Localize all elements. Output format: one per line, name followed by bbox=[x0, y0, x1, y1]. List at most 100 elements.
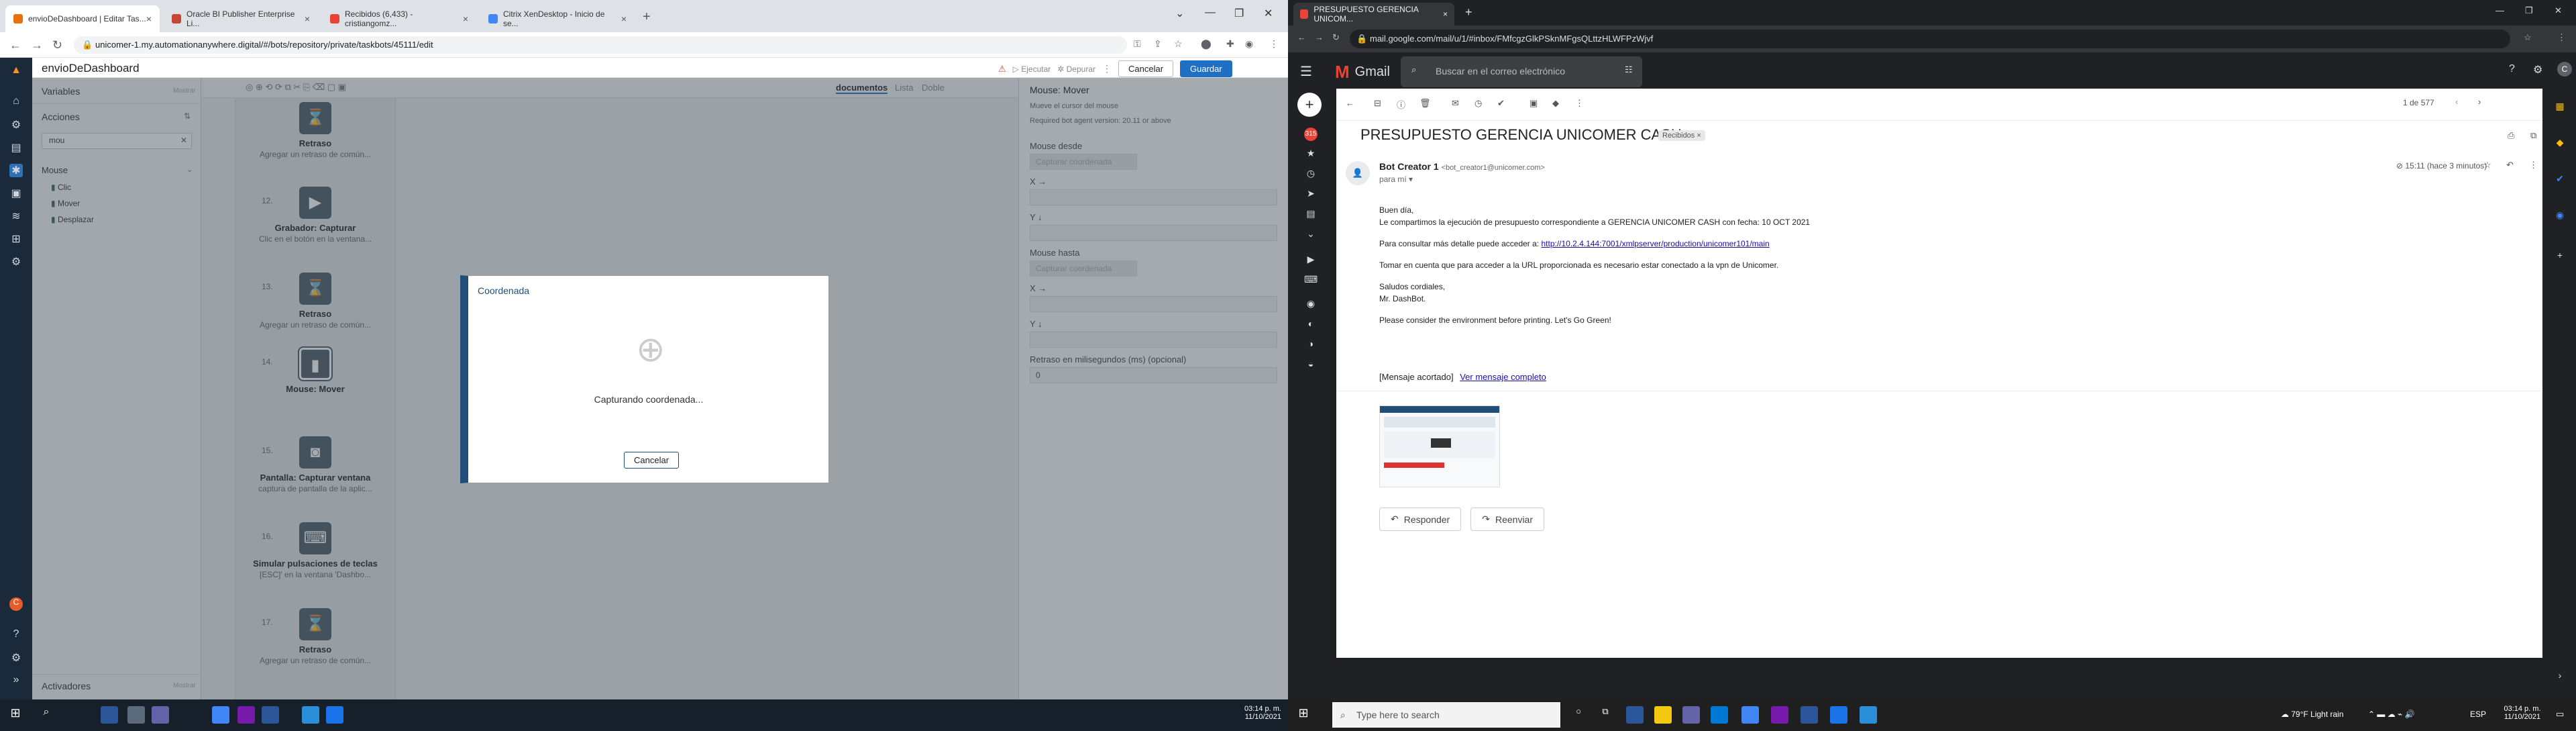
tasks-icon[interactable]: ✔ bbox=[2553, 173, 2567, 187]
restore-icon[interactable]: ❐ bbox=[1234, 7, 1244, 20]
star-icon[interactable]: ☆ bbox=[1174, 38, 1183, 50]
tab-gmail[interactable]: Recibidos (6,433) - cristiangomz... × bbox=[322, 5, 476, 32]
close-tab-icon[interactable]: × bbox=[463, 13, 468, 24]
snoozed-icon[interactable]: ◷ bbox=[1304, 168, 1318, 181]
key-icon[interactable]: ⚿ bbox=[1134, 38, 1141, 50]
windows-start-icon[interactable]: ⊞ bbox=[1295, 706, 1312, 724]
forward-icon[interactable]: → bbox=[31, 38, 43, 52]
onenote-icon[interactable] bbox=[237, 706, 255, 724]
close-tab-icon[interactable]: × bbox=[1443, 9, 1448, 19]
add-task-icon[interactable]: ✔ bbox=[1497, 98, 1505, 109]
notifications-icon[interactable]: ▭ bbox=[2556, 709, 2564, 720]
windows-start-icon[interactable]: ⊞ bbox=[7, 706, 24, 724]
back-icon[interactable]: ← bbox=[1297, 32, 1306, 42]
tray-icons[interactable]: ⌃ ▬ ☁ ⌁ 🔊 bbox=[2368, 710, 2415, 719]
admin-icon[interactable]: ⚙ bbox=[9, 255, 23, 269]
cortana-icon[interactable]: ○ bbox=[1570, 706, 1587, 724]
contact-icon[interactable]: ◐ bbox=[1304, 318, 1318, 332]
dialog-cancel-button[interactable]: Cancelar bbox=[624, 452, 680, 469]
search-icon[interactable]: ⌕ bbox=[38, 706, 55, 724]
forward-button[interactable]: ↷ Reenviar bbox=[1470, 507, 1544, 531]
label-icon[interactable]: ◆ bbox=[1552, 98, 1559, 109]
back-to-inbox-icon[interactable]: ← bbox=[1346, 98, 1354, 108]
archive-icon[interactable]: ⊟ bbox=[1374, 98, 1381, 109]
workload-icon[interactable]: ≋ bbox=[9, 209, 23, 223]
menu-icon[interactable]: ⋮ bbox=[1269, 38, 1279, 50]
reply-button[interactable]: ↶ Responder bbox=[1379, 507, 1462, 531]
next-icon[interactable]: › bbox=[2478, 97, 2481, 107]
close-tab-icon[interactable]: × bbox=[621, 13, 627, 24]
url-field[interactable]: 🔒 unicomer-1.my.automationanywhere.digit… bbox=[74, 36, 1127, 54]
url-field[interactable]: 🔒 mail.google.com/mail/u/1/#inbox/FMfcgz… bbox=[1350, 30, 2510, 48]
task-view-icon[interactable]: ⧉ bbox=[1597, 706, 1614, 724]
contact-icon[interactable]: ◒ bbox=[1304, 358, 1318, 372]
close-tab-icon[interactable]: × bbox=[146, 13, 152, 24]
more-options-icon[interactable]: ⋮ bbox=[1575, 98, 1584, 109]
reload-icon[interactable]: ↻ bbox=[1332, 32, 1340, 43]
contact-icon[interactable]: ◑ bbox=[1304, 338, 1318, 352]
mark-unread-icon[interactable]: ✉ bbox=[1452, 98, 1459, 109]
reply-icon[interactable]: ↶ bbox=[2506, 160, 2514, 170]
cancel-button[interactable]: Cancelar bbox=[1118, 60, 1174, 77]
search-options-icon[interactable]: ☷ bbox=[1625, 64, 1633, 75]
bot-icon[interactable]: ⚙ bbox=[9, 118, 23, 132]
weather-widget[interactable]: ☁ 79°F Light rain bbox=[2281, 710, 2344, 719]
chrome-icon[interactable] bbox=[212, 706, 229, 724]
more-icon[interactable]: ⌄ bbox=[1304, 228, 1318, 242]
meet-icon[interactable]: ▶ bbox=[1304, 254, 1318, 267]
sent-icon[interactable]: ➤ bbox=[1304, 188, 1318, 201]
tab-citrix[interactable]: Citrix XenDesktop - Inicio de se... × bbox=[480, 5, 635, 32]
snooze-icon[interactable]: ◷ bbox=[1474, 98, 1482, 109]
back-icon[interactable]: ← bbox=[9, 38, 21, 52]
file-explorer-icon[interactable] bbox=[1654, 706, 1672, 724]
app-icon[interactable] bbox=[1830, 706, 1847, 724]
user-avatar[interactable]: C bbox=[9, 597, 23, 611]
calendar-icon[interactable]: ▦ bbox=[2553, 101, 2567, 114]
right-clock[interactable]: 03:14 p. m. 11/10/2021 bbox=[2496, 705, 2549, 721]
contacts-icon[interactable]: ◉ bbox=[2553, 209, 2567, 223]
minimize-icon[interactable]: — bbox=[2496, 5, 2504, 15]
taskbar-search-input[interactable]: ⌕ Type here to search bbox=[1332, 702, 1560, 728]
debug-button[interactable]: ✲ Depurar bbox=[1057, 64, 1095, 74]
view-full-link[interactable]: Ver mensaje completo bbox=[1460, 372, 1546, 382]
teams-icon[interactable] bbox=[1682, 706, 1700, 724]
compose-button[interactable]: + bbox=[1297, 93, 1322, 117]
close-tab-icon[interactable]: × bbox=[305, 13, 310, 24]
report-spam-icon[interactable]: ⓘ bbox=[1397, 98, 1405, 111]
chat-icon[interactable]: ◉ bbox=[1304, 298, 1318, 311]
gmail-search-input[interactable]: ⌕ Buscar en el correo electrónico ☷ bbox=[1401, 56, 1642, 87]
extension-icon[interactable]: ⬤ bbox=[1201, 38, 1212, 50]
expand-panel-icon[interactable]: › bbox=[2553, 670, 2567, 683]
star-icon[interactable]: ☆ bbox=[2524, 32, 2532, 43]
share-icon[interactable]: ⇪ bbox=[1154, 38, 1162, 50]
label-chip[interactable]: Recibidos × bbox=[1658, 130, 1705, 141]
close-window-icon[interactable]: ✕ bbox=[2555, 5, 2562, 16]
automation-icon[interactable]: ✱ bbox=[9, 164, 23, 177]
starred-icon[interactable]: ★ bbox=[1304, 148, 1318, 161]
inbox-badge[interactable]: 315 bbox=[1304, 128, 1318, 141]
close-window-icon[interactable]: ✕ bbox=[1264, 7, 1273, 20]
word-icon[interactable] bbox=[1801, 706, 1818, 724]
avatar-icon[interactable]: ◉ bbox=[1245, 38, 1253, 50]
minimize-icon[interactable]: — bbox=[1205, 7, 1216, 19]
outlook-icon[interactable] bbox=[101, 706, 118, 724]
delete-icon[interactable]: 🗑 bbox=[1419, 98, 1431, 109]
reload-icon[interactable]: ↻ bbox=[52, 38, 62, 52]
save-button[interactable]: Guardar bbox=[1180, 60, 1232, 77]
outlook-icon[interactable] bbox=[1626, 706, 1644, 724]
run-button[interactable]: ▷ Ejecutar bbox=[1013, 64, 1051, 74]
add-addon-icon[interactable]: + bbox=[2553, 250, 2567, 263]
tab-search-icon[interactable]: ⌄ bbox=[1175, 7, 1184, 20]
teams-icon[interactable] bbox=[152, 706, 169, 724]
more-icon[interactable]: ⋮ bbox=[2529, 160, 2538, 170]
tab-oracle-bi[interactable]: Oracle BI Publisher Enterprise Li... × bbox=[164, 5, 318, 32]
new-tab-icon[interactable]: + bbox=[643, 9, 651, 25]
print-icon[interactable]: ⎙ bbox=[2508, 130, 2514, 141]
report-link[interactable]: http://10.2.4.144:7001/xmlpserver/produc… bbox=[1541, 239, 1769, 248]
edge-icon[interactable] bbox=[1711, 706, 1728, 724]
chrome-icon[interactable] bbox=[1741, 706, 1759, 724]
attachment-thumbnail[interactable] bbox=[1379, 405, 1500, 487]
help-icon[interactable]: ? bbox=[9, 628, 23, 642]
drafts-icon[interactable]: ▤ bbox=[1304, 208, 1318, 222]
app2-icon[interactable] bbox=[302, 706, 319, 724]
